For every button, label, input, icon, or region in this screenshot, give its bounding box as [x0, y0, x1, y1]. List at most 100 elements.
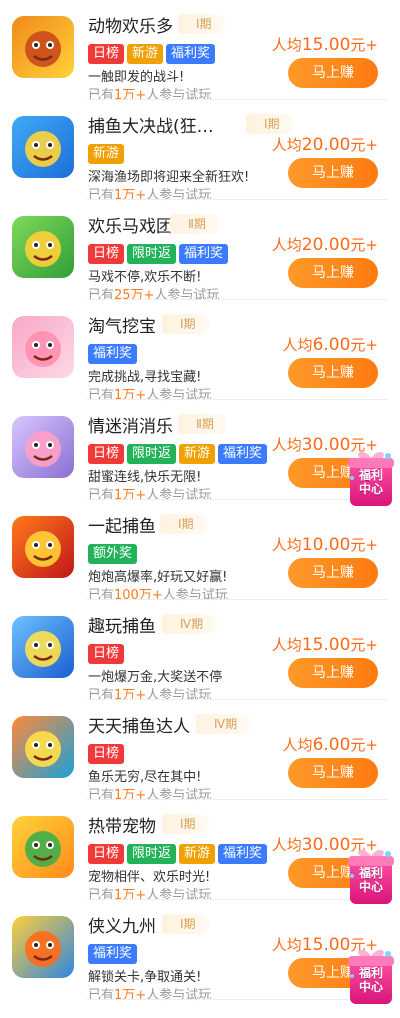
game-title: 侠义九州	[88, 917, 156, 937]
game-description: 一炮爆万金,大奖送不停	[88, 670, 223, 685]
tag-list: 日榜 新游 福利奖	[88, 44, 216, 64]
phase-badge: Ⅳ期	[162, 614, 218, 634]
reward-suffix: 元+	[350, 36, 378, 54]
list-item[interactable]: 热带宠物 Ⅰ期 日榜 限时返 新游 福利奖 宠物相伴、欢乐时光! 已有1万+人参与试玩 人均30…	[0, 800, 400, 903]
earn-now-button[interactable]: 马上赚	[288, 658, 378, 688]
game-description: 一触即发的战斗!	[88, 70, 185, 85]
tag-badge: 日榜	[88, 244, 125, 264]
reward-prefix: 人均	[271, 136, 302, 154]
list-item[interactable]: 情迷消消乐 Ⅱ期 日榜 限时返 新游 福利奖 甜蜜连线,快乐无限! 已有1万+人参与试玩 人均3…	[0, 400, 400, 503]
tag-badge: 日榜	[88, 844, 125, 864]
tag-badge: 日榜	[88, 744, 125, 764]
reward-prefix: 人均	[271, 536, 302, 554]
shark-3d-icon[interactable]	[12, 616, 74, 678]
reward-value: 6.00	[312, 335, 351, 355]
earn-now-button[interactable]: 马上赚	[288, 158, 378, 188]
welfare-center-line2: 中心	[358, 880, 383, 894]
welfare-center-badge[interactable]: 福利 中心	[344, 846, 398, 908]
game-list: 动物欢乐多 Ⅰ期 日榜 新游 福利奖 一触即发的战斗! 已有1万+人参与试玩 人均15.00元…	[0, 0, 400, 1003]
tag-badge: 新游	[88, 144, 125, 164]
welfare-center-badge[interactable]: 福利 中心	[344, 946, 398, 1008]
game-title: 热带宠物	[88, 817, 156, 837]
game-description: 炮炮高爆率,好玩又好赢!	[88, 570, 228, 585]
reward-suffix: 元+	[350, 236, 378, 254]
shark-icon[interactable]	[12, 116, 74, 178]
earn-now-button[interactable]: 马上赚	[288, 358, 378, 388]
anime-girl-icon[interactable]	[12, 416, 74, 478]
tag-badge: 福利奖	[88, 344, 138, 364]
list-item[interactable]: 捕鱼大决战(狂… Ⅰ期 新游 深海渔场即将迎来全新狂欢! 已有1万+人参与试玩 人均20.…	[0, 100, 400, 203]
lion-hero-icon[interactable]	[12, 916, 74, 978]
reward-prefix: 人均	[271, 836, 302, 854]
tag-badge: 限时返	[127, 244, 177, 264]
player-count-suffix: 人参与试玩	[146, 988, 212, 1003]
reward-prefix: 人均	[271, 236, 302, 254]
reward-prefix: 人均	[271, 936, 302, 954]
tag-badge: 日榜	[88, 444, 125, 464]
reward-value: 10.00	[301, 535, 351, 555]
list-item[interactable]: 一起捕鱼 Ⅰ期 额外奖 炮炮高爆率,好玩又好赢! 已有100万+人参与试玩 人均10.00…	[0, 500, 400, 603]
reward-amount: 人均10.00元+	[272, 534, 378, 555]
golden-dragon-icon[interactable]	[12, 516, 74, 578]
list-item[interactable]: 欢乐马戏团 Ⅱ期 日榜 限时返 福利奖 马戏不停,欢乐不断! 已有25万+人参与试玩 人均20…	[0, 200, 400, 303]
game-title: 捕鱼大决战(狂…	[88, 117, 214, 137]
reward-prefix: 人均	[271, 436, 302, 454]
tag-badge: 日榜	[88, 44, 125, 64]
tag-badge: 福利奖	[166, 44, 216, 64]
list-item[interactable]: 侠义九州 Ⅰ期 福利奖 解锁关卡,争取通关! 已有1万+人参与试玩 人均15.00元+ 马上…	[0, 900, 400, 1003]
reward-suffix: 元+	[350, 336, 378, 354]
tag-badge: 限时返	[127, 844, 177, 864]
lion-king-icon[interactable]	[12, 16, 74, 78]
phase-badge: Ⅱ期	[170, 214, 220, 234]
fox-icon[interactable]	[12, 816, 74, 878]
tag-badge: 福利奖	[218, 844, 268, 864]
earn-now-button[interactable]: 马上赚	[288, 758, 378, 788]
frog-icon[interactable]	[12, 216, 74, 278]
earn-now-button[interactable]: 马上赚	[288, 558, 378, 588]
game-description: 鱼乐无穷,尽在其中!	[88, 770, 202, 785]
cartoon-fish-icon[interactable]	[12, 716, 74, 778]
game-title: 天天捕鱼达人	[88, 717, 190, 737]
reward-prefix: 人均	[282, 736, 313, 754]
welfare-center-line1: 福利	[358, 468, 383, 482]
welfare-center-line1: 福利	[358, 866, 383, 880]
player-count: 已有1万+人参与试玩	[88, 984, 211, 1003]
game-title: 动物欢乐多	[88, 17, 173, 37]
phase-badge: Ⅰ期	[162, 314, 210, 334]
reward-value: 15.00	[301, 35, 351, 55]
earn-now-button[interactable]: 马上赚	[288, 258, 378, 288]
list-item[interactable]: 动物欢乐多 Ⅰ期 日榜 新游 福利奖 一触即发的战斗! 已有1万+人参与试玩 人均15.00元…	[0, 0, 400, 103]
welfare-center-badge[interactable]: 福利 中心	[344, 448, 398, 510]
tag-badge: 福利奖	[179, 244, 229, 264]
tag-badge: 福利奖	[88, 944, 138, 964]
phase-badge: Ⅰ期	[246, 114, 294, 134]
tag-list: 日榜	[88, 644, 125, 664]
game-title: 一起捕鱼	[88, 517, 156, 537]
game-description: 解锁关卡,争取通关!	[88, 970, 202, 985]
reward-value: 6.00	[312, 735, 351, 755]
reward-prefix: 人均	[271, 36, 302, 54]
pig-icon[interactable]	[12, 316, 74, 378]
welfare-center-line2: 中心	[358, 482, 383, 496]
tag-list: 福利奖	[88, 944, 138, 964]
reward-suffix: 元+	[350, 136, 378, 154]
game-title: 趣玩捕鱼	[88, 617, 156, 637]
list-item[interactable]: 天天捕鱼达人 Ⅳ期 日榜 鱼乐无穷,尽在其中! 已有1万+人参与试玩 人均6.00元+ 马上…	[0, 700, 400, 803]
tag-badge: 新游	[127, 44, 164, 64]
welfare-center-label: 福利 中心	[350, 966, 392, 994]
list-item[interactable]: 淘气挖宝 Ⅰ期 福利奖 完成挑战,寻找宝藏! 已有1万+人参与试玩 人均6.00元+ 马上赚	[0, 300, 400, 403]
reward-amount: 人均6.00元+	[283, 334, 378, 355]
reward-suffix: 元+	[350, 536, 378, 554]
game-description: 深海渔场即将迎来全新狂欢!	[88, 170, 250, 185]
game-description: 完成挑战,寻找宝藏!	[88, 370, 202, 385]
tag-list: 日榜 限时返 福利奖	[88, 244, 229, 264]
reward-amount: 人均15.00元+	[272, 634, 378, 655]
tag-list: 日榜 限时返 新游 福利奖	[88, 444, 268, 464]
phase-badge: Ⅳ期	[196, 714, 252, 734]
reward-suffix: 元+	[350, 736, 378, 754]
earn-now-button[interactable]: 马上赚	[288, 58, 378, 88]
reward-prefix: 人均	[282, 336, 313, 354]
tag-list: 福利奖	[88, 344, 138, 364]
game-title: 淘气挖宝	[88, 317, 156, 337]
list-item[interactable]: 趣玩捕鱼 Ⅳ期 日榜 一炮爆万金,大奖送不停 已有1万+人参与试玩 人均15.00元+ 马上…	[0, 600, 400, 703]
